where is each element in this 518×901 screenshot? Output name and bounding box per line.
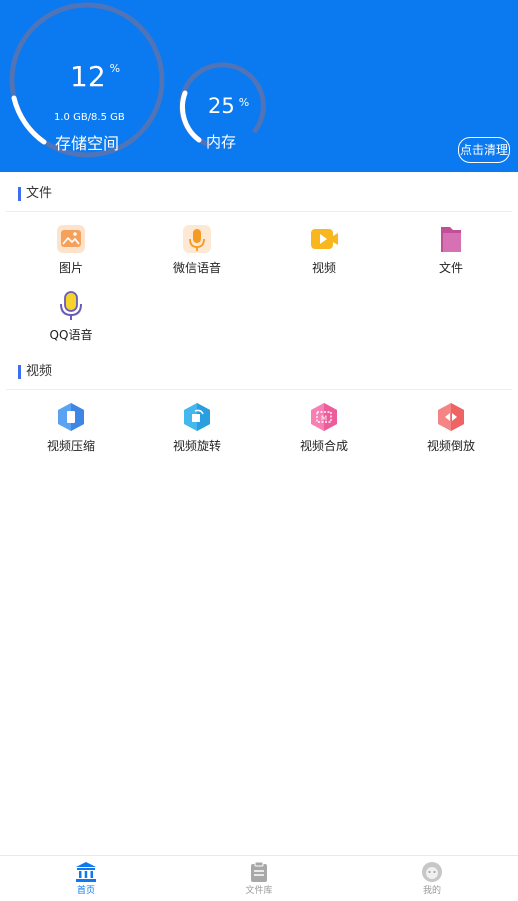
grid-item-label: 视频倒放 — [426, 439, 475, 453]
tab-label: 我的 — [422, 886, 441, 896]
grid-item-label: 图片 — [58, 261, 83, 275]
grid-item-label: 视频 — [311, 261, 336, 275]
tab-home[interactable]: 首页 — [26, 861, 146, 896]
profile-icon — [421, 861, 443, 883]
bottom-tab-bar: 首页 文件库 我的 — [0, 855, 518, 901]
microphone-icon — [182, 224, 212, 254]
folder-icon — [436, 224, 466, 254]
divider — [6, 211, 512, 212]
memory-gauge-fill — [180, 90, 202, 143]
grid-item-label: QQ语音 — [49, 328, 93, 342]
grid-item-label: 视频压缩 — [46, 439, 95, 453]
storage-label: 存储空间 — [55, 134, 120, 153]
grid-item-wechat-voice[interactable]: 微信语音 — [134, 224, 260, 276]
reverse-icon — [436, 402, 466, 432]
grid-item-video-compress[interactable]: 视频压缩 — [8, 402, 134, 454]
qq-microphone-icon — [56, 291, 86, 321]
storage-header: 12% 1.0 GB/8.5 GB 存储空间 25% 内存 点击清理 — [0, 0, 518, 172]
files-section-title: 文件 — [18, 187, 52, 201]
rotate-icon — [182, 402, 212, 432]
video-section-title: 视频 — [18, 365, 52, 379]
storage-percent: 12% — [70, 60, 121, 93]
image-icon — [56, 224, 86, 254]
merge-icon: M — [309, 402, 339, 432]
svg-text:M: M — [321, 415, 327, 423]
storage-size: 1.0 GB/8.5 GB — [54, 112, 125, 123]
tab-mine[interactable]: 我的 — [372, 861, 492, 896]
grid-item-videos[interactable]: 视频 — [261, 224, 387, 276]
grid-item-video-reverse[interactable]: 视频倒放 — [388, 402, 514, 454]
tab-label: 首页 — [76, 886, 95, 896]
storage-gauge-fill — [11, 95, 47, 145]
compress-icon — [56, 402, 86, 432]
grid-item-label: 视频旋转 — [172, 439, 221, 453]
divider — [6, 389, 512, 390]
grid-item-label: 视频合成 — [299, 439, 348, 453]
grid-item-label: 文件 — [438, 261, 463, 275]
tab-file-library[interactable]: 文件库 — [199, 861, 319, 896]
tab-label: 文件库 — [245, 886, 273, 896]
grid-item-video-merge[interactable]: M 视频合成 — [261, 402, 387, 454]
home-icon — [75, 861, 97, 883]
grid-item-files[interactable]: 文件 — [388, 224, 514, 276]
memory-percent: 25% — [208, 94, 250, 118]
grid-item-qq-voice[interactable]: QQ语音 — [8, 291, 134, 343]
video-icon — [309, 224, 339, 254]
clean-button[interactable]: 点击清理 — [458, 137, 510, 163]
clipboard-icon — [248, 861, 270, 883]
grid-item-images[interactable]: 图片 — [8, 224, 134, 276]
grid-item-label: 微信语音 — [172, 261, 221, 275]
grid-item-video-rotate[interactable]: 视频旋转 — [134, 402, 260, 454]
memory-label: 内存 — [206, 133, 237, 151]
